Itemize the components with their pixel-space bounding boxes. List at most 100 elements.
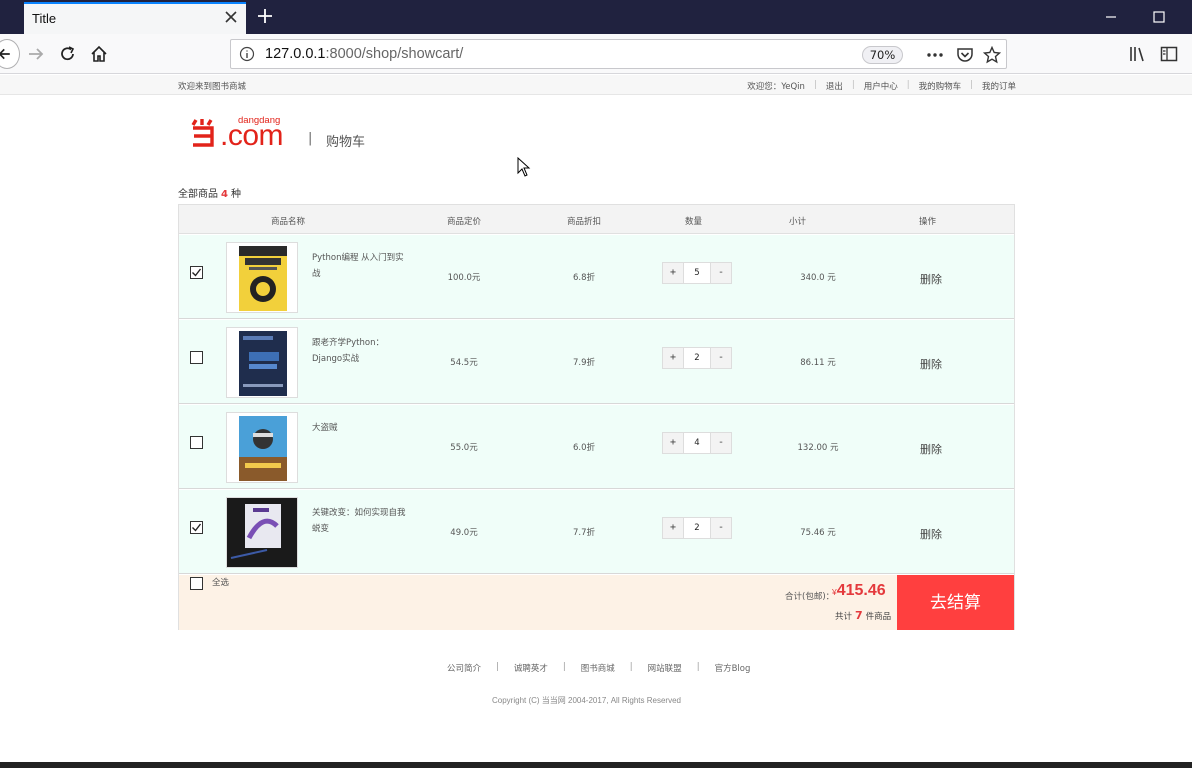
- checkout-button[interactable]: 去结算: [897, 575, 1014, 630]
- footer-link-jobs[interactable]: 诚聘英才: [514, 662, 548, 674]
- address-bar[interactable]: 127.0.0.1:8000/shop/showcart/ 70%: [230, 39, 1007, 69]
- top-info-bar: 欢迎来到图书商城 欢迎您：YeQin | 退出 | 用户中心 | 我的购物车 |…: [0, 75, 1192, 95]
- zoom-indicator[interactable]: 70%: [862, 46, 903, 64]
- increase-button[interactable]: +: [663, 348, 684, 368]
- page-actions-icon[interactable]: [926, 46, 944, 64]
- increase-button[interactable]: +: [663, 433, 684, 453]
- logo-text: .com: [220, 119, 284, 152]
- book-cover-thief-icon: [239, 416, 287, 481]
- product-price: 100.0元: [447, 273, 481, 283]
- dangdang-logo[interactable]: dangdang .com: [190, 113, 300, 153]
- welcome-text: 欢迎来到图书商城: [178, 82, 247, 92]
- logout-link[interactable]: 退出: [826, 80, 843, 92]
- product-name[interactable]: 关键改变：如何实现自我蜕变: [312, 505, 412, 537]
- pocket-icon[interactable]: [956, 46, 974, 64]
- new-tab-icon[interactable]: [256, 5, 274, 27]
- footer-link-about[interactable]: 公司简介: [447, 662, 481, 674]
- separator: |: [906, 80, 910, 90]
- count-value: 7: [855, 609, 863, 622]
- top-links: 欢迎您：YeQin | 退出 | 用户中心 | 我的购物车 | 我的订单: [747, 80, 1016, 92]
- separator: |: [813, 80, 817, 90]
- home-icon[interactable]: [89, 44, 109, 64]
- row-checkbox[interactable]: [190, 521, 203, 534]
- delete-button[interactable]: 删除: [920, 526, 942, 542]
- row-subtotal: 86.11 元: [800, 358, 836, 368]
- col-header-action: 操作: [919, 217, 937, 227]
- book-cover-image[interactable]: [226, 242, 298, 313]
- user-greeting: 欢迎您：YeQin: [747, 82, 805, 92]
- delete-button[interactable]: 删除: [920, 356, 942, 372]
- forward-arrow-icon[interactable]: [26, 44, 46, 64]
- cart-table: 商品名称 商品定价 商品折扣 数量 小计 操作 Python编程 从入门到实战 …: [178, 204, 1015, 630]
- table-row: Python编程 从入门到实战 100.0元 6.8折 + 5 - 340.0 …: [179, 235, 1014, 319]
- my-cart-link[interactable]: 我的购物车: [919, 80, 962, 92]
- quantity-input[interactable]: 2: [684, 518, 710, 538]
- footer-link-blog[interactable]: 官方Blog: [715, 662, 751, 674]
- checkmark-icon: [192, 268, 202, 277]
- table-row: 关键改变：如何实现自我蜕变 49.0元 7.7折 + 2 - 75.46 元 删…: [179, 490, 1014, 574]
- decrease-button[interactable]: -: [710, 518, 731, 538]
- select-all-checkbox[interactable]: [190, 577, 203, 590]
- bookmark-star-icon[interactable]: [983, 46, 1001, 64]
- select-all-label: 全选: [212, 578, 230, 588]
- footer-links: 公司简介 | 诚聘英才 | 图书商城 | 网站联盟 | 官方Blog: [447, 662, 750, 674]
- page-title: 购物车: [326, 135, 366, 150]
- back-arrow-icon[interactable]: [0, 39, 20, 69]
- col-header-price: 商品定价: [447, 217, 482, 227]
- separator: |: [496, 662, 499, 672]
- product-discount: 6.0折: [572, 443, 596, 453]
- book-cover-django-icon: [239, 331, 287, 396]
- mouse-cursor-icon: [517, 157, 531, 177]
- book-cover-image[interactable]: [226, 497, 298, 568]
- row-subtotal: 132.00 元: [797, 443, 839, 453]
- row-checkbox[interactable]: [190, 266, 203, 279]
- row-checkbox[interactable]: [190, 351, 203, 364]
- product-name[interactable]: 大盗贼: [312, 420, 412, 436]
- browser-tab[interactable]: Title: [24, 2, 246, 34]
- separator: |: [696, 662, 700, 672]
- item-total-count: 共计 7 件商品: [835, 609, 891, 622]
- decrease-button[interactable]: -: [710, 433, 731, 453]
- separator: |: [970, 80, 973, 90]
- increase-button[interactable]: +: [663, 263, 684, 283]
- separator: |: [629, 662, 633, 672]
- product-price: 49.0元: [450, 528, 478, 538]
- total-label: 合计(包邮)：: [785, 592, 835, 602]
- book-cover-image[interactable]: [226, 327, 298, 398]
- maximize-icon[interactable]: [1150, 8, 1168, 26]
- url-path: :8000/shop/showcart/: [325, 46, 464, 62]
- footer-link-affiliate[interactable]: 网站联盟: [648, 662, 682, 674]
- desktop-strip: [0, 762, 1192, 768]
- table-row: 跟老齐学Python：Django实战 54.5元 7.9折 + 2 - 86.…: [179, 320, 1014, 404]
- header-divider: |: [308, 131, 313, 146]
- product-name[interactable]: 跟老齐学Python：Django实战: [312, 335, 412, 367]
- summary-prefix: 全部商品: [178, 189, 218, 200]
- delete-button[interactable]: 删除: [920, 271, 942, 287]
- site-info-icon[interactable]: [239, 46, 255, 62]
- product-discount: 7.9折: [572, 358, 596, 368]
- increase-button[interactable]: +: [663, 518, 684, 538]
- product-discount: 6.8折: [572, 273, 596, 283]
- footer-link-bookstore[interactable]: 图书商城: [581, 662, 615, 674]
- count-suffix: 件商品: [865, 612, 892, 622]
- close-tab-icon[interactable]: [224, 10, 238, 24]
- col-header-subtotal: 小计: [789, 217, 807, 227]
- sidebar-icon[interactable]: [1159, 44, 1179, 64]
- url-host: 127.0.0.1: [265, 46, 326, 62]
- book-cover-image[interactable]: [226, 412, 298, 483]
- decrease-button[interactable]: -: [710, 348, 731, 368]
- url-text[interactable]: 127.0.0.1:8000/shop/showcart/: [265, 46, 463, 62]
- user-center-link[interactable]: 用户中心: [864, 80, 898, 92]
- delete-button[interactable]: 删除: [920, 441, 942, 457]
- decrease-button[interactable]: -: [710, 263, 731, 283]
- row-checkbox[interactable]: [190, 436, 203, 449]
- quantity-input[interactable]: 4: [684, 433, 710, 453]
- copyright-text: Copyright (C) 当当网 2004-2017, All Rights …: [492, 696, 681, 705]
- my-orders-link[interactable]: 我的订单: [982, 80, 1016, 92]
- minimize-icon[interactable]: [1102, 8, 1120, 26]
- library-icon[interactable]: [1128, 44, 1148, 64]
- reload-icon[interactable]: [58, 44, 78, 64]
- product-name[interactable]: Python编程 从入门到实战: [312, 250, 412, 282]
- quantity-input[interactable]: 2: [684, 348, 710, 368]
- quantity-input[interactable]: 5: [684, 263, 710, 283]
